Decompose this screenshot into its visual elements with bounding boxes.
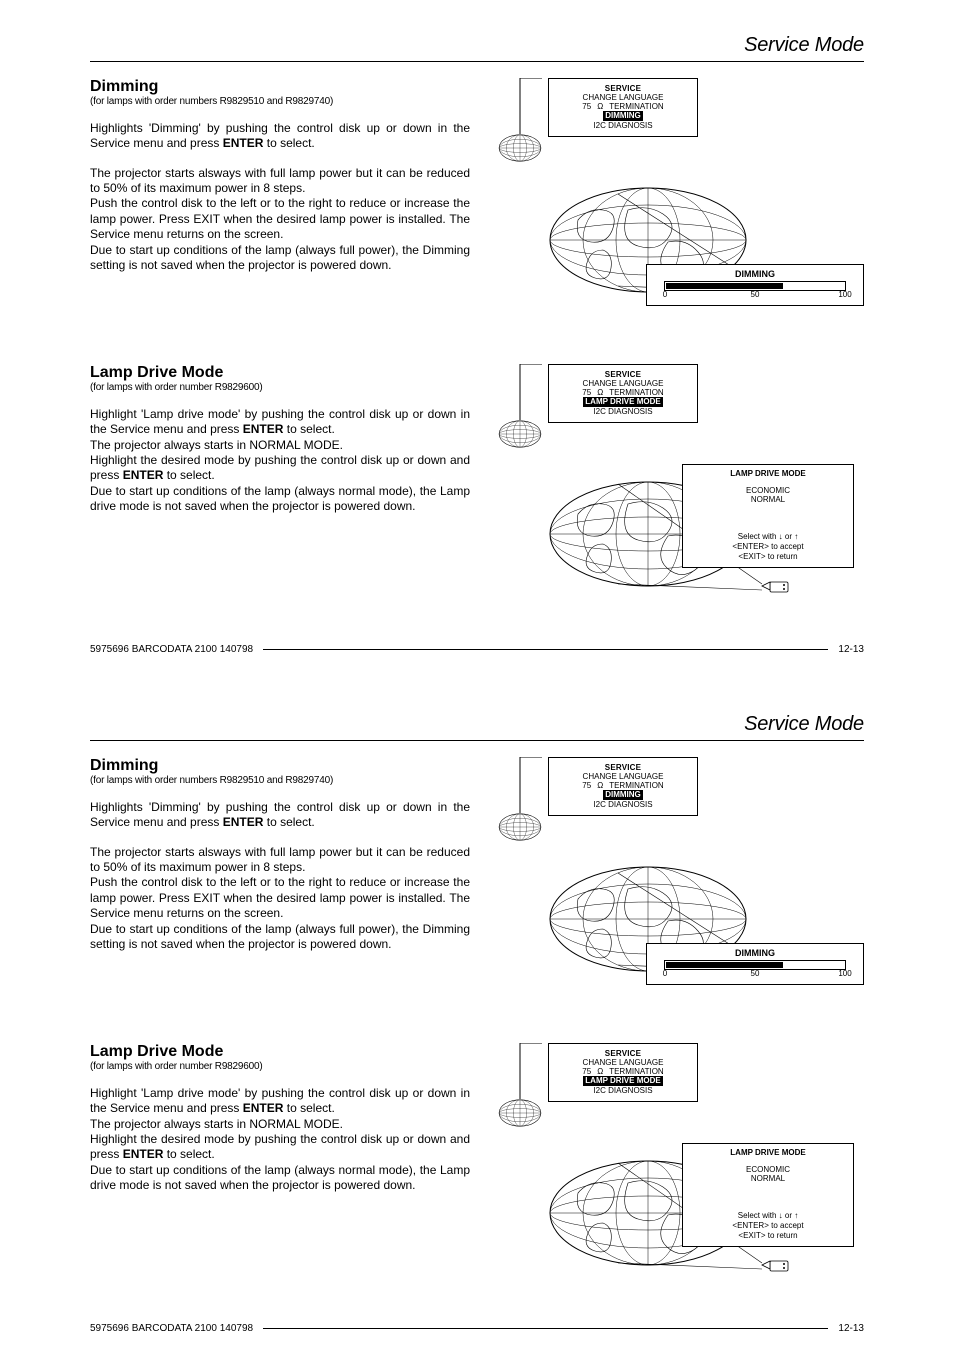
page-header: Service Mode	[90, 34, 864, 57]
service-menu-dimming: SERVICE CHANGE LANGUAGE 75ΩTERMINATION D…	[548, 757, 698, 816]
dimming-slider[interactable]: 0 50 100	[664, 281, 846, 291]
dimming-paragraph-2: The projector starts alsways with full l…	[90, 166, 470, 274]
ldm-hint: Select with ↓ or ↑ <ENTER> to accept <EX…	[683, 532, 853, 561]
ldm-option-normal[interactable]: NORMAL	[683, 495, 853, 504]
menu-item-ldm: LAMP DRIVE MODE	[583, 397, 662, 406]
section-subtitle-ldm: (for lamps with order number R9829600)	[90, 382, 470, 393]
globe-icon	[498, 364, 542, 454]
section-subtitle-dimming: (for lamps with order numbers R9829510 a…	[90, 96, 470, 107]
menu-item-ldm: LAMP DRIVE MODE	[583, 1076, 662, 1085]
menu-item-dimming: DIMMING	[603, 111, 643, 120]
section-title-dimming: Dimming	[90, 757, 470, 775]
ldm-option-economic[interactable]: ECONOMIC	[683, 486, 853, 495]
dimming-paragraph-1: Highlights 'Dimming' by pushing the cont…	[90, 800, 470, 831]
dimming-paragraph-1: Highlights 'Dimming' by pushing the cont…	[90, 121, 470, 152]
ldm-panel: LAMP DRIVE MODE ECONOMIC NORMAL Select w…	[682, 1143, 854, 1247]
globe-icon	[498, 1043, 542, 1133]
dimming-slider[interactable]: 0 50 100	[664, 960, 846, 970]
divider	[90, 740, 864, 741]
footer-right: 12-13	[838, 644, 864, 655]
footer-left: 5975696 BARCODATA 2100 140798	[90, 644, 253, 655]
dimming-panel: DIMMING 0 50 100	[646, 943, 864, 985]
page-1: Service Mode Dimming (for lamps with ord…	[0, 0, 954, 679]
globe-icon	[498, 757, 542, 847]
ldm-paragraph: Highlight 'Lamp drive mode' by pushing t…	[90, 1086, 470, 1194]
page-footer: 5975696 BARCODATA 2100 140798 12-13	[90, 1323, 864, 1334]
service-menu-ldm: SERVICE CHANGE LANGUAGE 75ΩTERMINATION L…	[548, 1043, 698, 1102]
page-footer: 5975696 BARCODATA 2100 140798 12-13	[90, 644, 864, 655]
ldm-hint: Select with ↓ or ↑ <ENTER> to accept <EX…	[683, 1211, 853, 1240]
divider	[90, 61, 864, 62]
section-subtitle-dimming: (for lamps with order numbers R9829510 a…	[90, 775, 470, 786]
ldm-panel: LAMP DRIVE MODE ECONOMIC NORMAL Select w…	[682, 464, 854, 568]
page-2: Service Mode Dimming (for lamps with ord…	[0, 679, 954, 1358]
dimming-panel: DIMMING 0 50 100	[646, 264, 864, 306]
dimming-paragraph-2: The projector starts alsways with full l…	[90, 845, 470, 953]
service-menu-ldm: SERVICE CHANGE LANGUAGE 75ΩTERMINATION L…	[548, 364, 698, 423]
ldm-option-economic[interactable]: ECONOMIC	[683, 1165, 853, 1174]
ldm-option-normal[interactable]: NORMAL	[683, 1174, 853, 1183]
globe-icon	[498, 78, 542, 168]
section-title-ldm: Lamp Drive Mode	[90, 1043, 470, 1061]
footer-right: 12-13	[838, 1323, 864, 1334]
footer-left: 5975696 BARCODATA 2100 140798	[90, 1323, 253, 1334]
arrow-up-icon: ↑	[794, 532, 798, 541]
arrow-up-icon: ↑	[794, 1211, 798, 1220]
service-menu-dimming: SERVICE CHANGE LANGUAGE 75ΩTERMINATION D…	[548, 78, 698, 137]
menu-item-dimming: DIMMING	[603, 790, 643, 799]
ldm-paragraph: Highlight 'Lamp drive mode' by pushing t…	[90, 407, 470, 515]
divider	[263, 1328, 828, 1329]
section-title-dimming: Dimming	[90, 78, 470, 96]
divider	[263, 649, 828, 650]
section-title-ldm: Lamp Drive Mode	[90, 364, 470, 382]
page-header: Service Mode	[90, 713, 864, 736]
section-subtitle-ldm: (for lamps with order number R9829600)	[90, 1061, 470, 1072]
